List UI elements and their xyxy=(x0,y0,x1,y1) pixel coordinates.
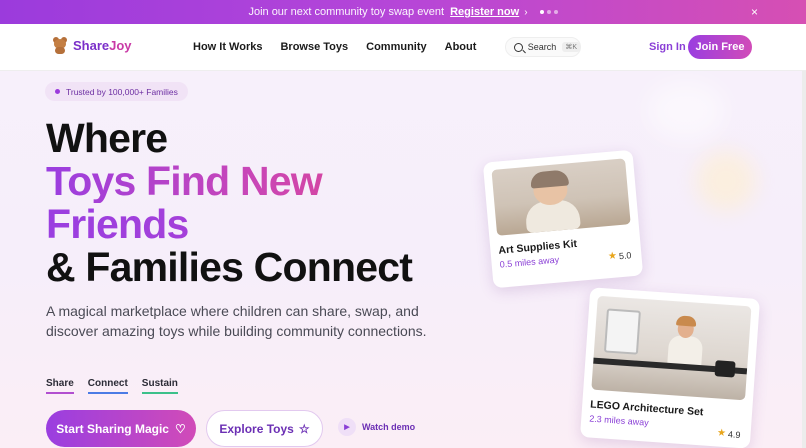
nav-link-about[interactable]: About xyxy=(445,41,477,53)
headline-line-2: Toys Find New xyxy=(46,160,412,203)
search-label: Search xyxy=(527,42,557,52)
start-sharing-label: Start Sharing Magic xyxy=(56,421,169,436)
carousel-dots[interactable] xyxy=(539,10,558,14)
start-sharing-button[interactable]: Start Sharing Magic ♡ xyxy=(46,410,196,447)
carousel-dot[interactable] xyxy=(553,10,558,14)
chevron-right-icon: › xyxy=(524,6,528,18)
carousel-dot[interactable] xyxy=(539,10,544,14)
headline-line-4: & Families Connect xyxy=(46,244,413,290)
nav-link-how-it-works[interactable]: How It Works xyxy=(193,41,262,53)
scrollbar[interactable] xyxy=(802,71,806,448)
headline-line-1: Where xyxy=(46,115,168,161)
join-free-button[interactable]: Join Free xyxy=(688,35,752,59)
hero-subtitle: A magical marketplace where children can… xyxy=(46,303,427,339)
hero-section: Trusted by 100,000+ Families Where Toys … xyxy=(0,71,806,448)
hero-headline: Where Toys Find New Friends & Families C… xyxy=(46,115,413,290)
rating-value: 4.9 xyxy=(727,428,741,440)
pillar-connect: Connect xyxy=(87,378,128,394)
rating-value: 5.0 xyxy=(618,249,632,261)
pillar-tags: Share Connect Sustain xyxy=(46,378,178,394)
brand-name-part2: Joy xyxy=(109,38,132,53)
toy-card-image xyxy=(591,295,752,401)
brand-name-part1: Share xyxy=(73,38,110,53)
register-link[interactable]: Register now xyxy=(450,6,519,18)
nav-link-browse-toys[interactable]: Browse Toys xyxy=(280,41,348,53)
toy-card-image xyxy=(491,158,631,236)
sign-in-link[interactable]: Sign In xyxy=(649,41,686,53)
star-icon: ★ xyxy=(607,250,618,263)
watch-demo-label: Watch demo xyxy=(362,422,416,432)
decorative-glow xyxy=(646,81,726,141)
star-outline-icon: ☆ xyxy=(298,421,310,436)
nav-link-community[interactable]: Community xyxy=(366,41,427,53)
search-icon xyxy=(514,42,523,52)
search-shortcut: ⌘K xyxy=(562,42,580,52)
toy-card[interactable]: LEGO Architecture Set 2.3 miles away ★ 4… xyxy=(579,287,761,448)
announcement-message: Join our next community toy swap event xyxy=(248,6,445,18)
trusted-badge-text: Trusted by 100,000+ Families xyxy=(66,86,178,97)
headline-line-3: Friends xyxy=(46,203,412,246)
pillar-share: Share xyxy=(46,378,74,394)
trusted-badge: Trusted by 100,000+ Families xyxy=(45,82,188,101)
decorative-glow xyxy=(696,151,756,211)
play-icon: ▶ xyxy=(338,418,356,436)
teddy-bear-icon xyxy=(52,37,68,54)
star-icon: ★ xyxy=(716,427,727,440)
watch-demo-button[interactable]: ▶ Watch demo xyxy=(338,418,415,436)
toy-card[interactable]: Art Supplies Kit 0.5 miles away ★ 5.0 xyxy=(482,149,644,289)
badge-dot-icon xyxy=(55,89,60,94)
nav-links: How It Works Browse Toys Community About xyxy=(193,41,494,53)
toy-card-rating: ★ 4.9 xyxy=(717,427,741,440)
search-button[interactable]: Search ⌘K xyxy=(505,37,581,57)
carousel-dot[interactable] xyxy=(546,10,551,14)
close-icon[interactable]: × xyxy=(751,5,758,19)
brand-logo[interactable]: Share Joy xyxy=(52,37,132,54)
explore-toys-button[interactable]: Explore Toys ☆ xyxy=(206,410,323,447)
navbar: Share Joy How It Works Browse Toys Commu… xyxy=(0,24,806,71)
announcement-bar: Join our next community toy swap event R… xyxy=(0,0,806,24)
explore-toys-label: Explore Toys xyxy=(219,421,294,436)
pillar-sustain: Sustain xyxy=(141,378,178,394)
heart-icon: ♡ xyxy=(174,421,186,436)
toy-card-rating: ★ 5.0 xyxy=(607,249,632,263)
